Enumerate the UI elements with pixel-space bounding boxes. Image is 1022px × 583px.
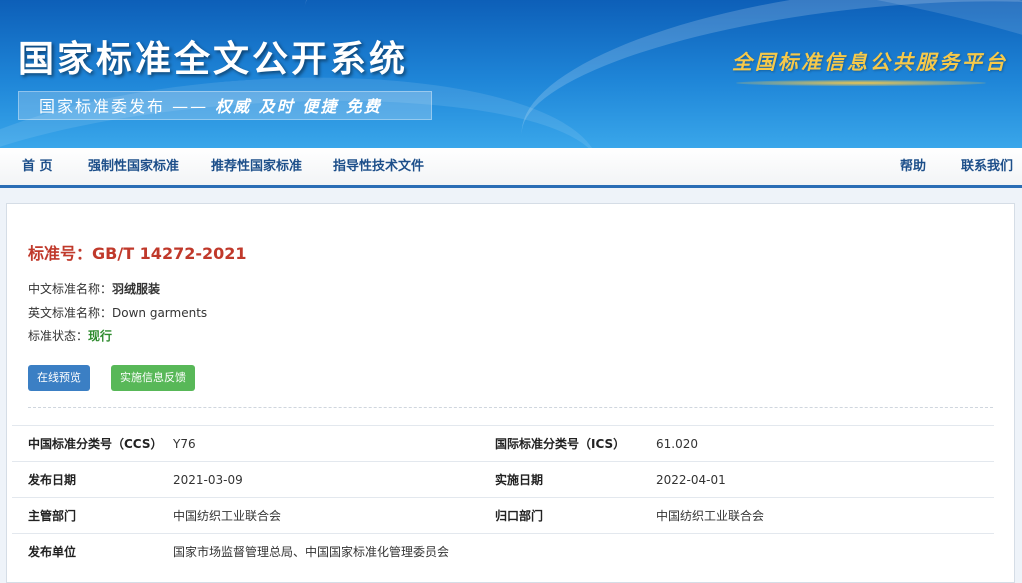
nav-home[interactable]: 首 页 — [22, 148, 53, 185]
nav-guidance-documents[interactable]: 指导性技术文件 — [333, 148, 424, 185]
en-name-row: 英文标准名称：Down garments — [28, 304, 207, 321]
ics-value: 61.020 — [656, 425, 994, 462]
slogan-box: 国家标准委发布 —— 权威 及时 便捷 免费 — [18, 91, 432, 120]
slogan-left: 国家标准委发布 —— — [39, 97, 216, 116]
publisher-label: 发布单位 — [12, 533, 173, 569]
table-row: 中国标准分类号（CCS） Y76 国际标准分类号（ICS） 61.020 — [12, 425, 994, 462]
platform-underline — [736, 80, 986, 86]
implement-date-value: 2022-04-01 — [656, 461, 994, 498]
nav-mandatory-standards[interactable]: 强制性国家标准 — [88, 148, 179, 185]
ccs-value: Y76 — [173, 425, 495, 462]
standard-number-heading: 标准号：GB/T 14272-2021 — [28, 240, 247, 264]
status-badge: 现行 — [88, 329, 113, 343]
centralized-dept-label: 归口部门 — [495, 497, 656, 534]
cn-name-value: 羽绒服装 — [112, 282, 161, 296]
standard-detail-panel: 标准号：GB/T 14272-2021 中文标准名称：羽绒服装 英文标准名称：D… — [6, 203, 1015, 583]
platform-text: 全国标准信息公共服务平台 — [732, 50, 1008, 74]
slogan-right: 权威 及时 便捷 免费 — [215, 97, 382, 116]
implement-date-label: 实施日期 — [495, 461, 656, 498]
competent-dept-value: 中国纺织工业联合会 — [173, 497, 495, 534]
nav-help[interactable]: 帮助 — [900, 148, 926, 185]
nav-contact[interactable]: 联系我们 — [961, 148, 1013, 185]
centralized-dept-value: 中国纺织工业联合会 — [656, 497, 994, 534]
competent-dept-label: 主管部门 — [12, 497, 173, 534]
publish-date-label: 发布日期 — [12, 461, 173, 498]
table-row: 发布单位 国家市场监督管理总局、中国国家标准化管理委员会 — [12, 533, 994, 569]
status-label: 标准状态： — [28, 329, 89, 343]
implementation-feedback-button[interactable]: 实施信息反馈 — [111, 365, 195, 391]
publish-date-value: 2021-03-09 — [173, 461, 495, 498]
header-banner: 国家标准全文公开系统 国家标准委发布 —— 权威 及时 便捷 免费 全国标准信息… — [0, 0, 1022, 148]
table-row: 主管部门 中国纺织工业联合会 归口部门 中国纺织工业联合会 — [12, 497, 994, 534]
standard-info-table: 中国标准分类号（CCS） Y76 国际标准分类号（ICS） 61.020 发布日… — [12, 425, 994, 569]
status-row: 标准状态：现行 — [28, 327, 112, 344]
main-nav: 首 页 强制性国家标准 推荐性国家标准 指导性技术文件 帮助 联系我们 — [0, 148, 1022, 188]
standard-number-label: 标准号： — [28, 244, 93, 263]
publisher-value: 国家市场监督管理总局、中国国家标准化管理委员会 — [173, 533, 994, 569]
standard-number: GB/T 14272-2021 — [92, 244, 247, 263]
en-name-value: Down garments — [112, 306, 208, 320]
table-row: 发布日期 2021-03-09 实施日期 2022-04-01 — [12, 461, 994, 498]
nav-recommended-standards[interactable]: 推荐性国家标准 — [211, 148, 302, 185]
cn-name-row: 中文标准名称：羽绒服装 — [28, 280, 160, 297]
divider — [28, 407, 993, 408]
ccs-label: 中国标准分类号（CCS） — [12, 425, 173, 462]
en-name-label: 英文标准名称： — [28, 306, 113, 320]
online-preview-button[interactable]: 在线预览 — [28, 365, 90, 391]
site-title: 国家标准全文公开系统 — [18, 39, 409, 80]
cn-name-label: 中文标准名称： — [28, 282, 113, 296]
ics-label: 国际标准分类号（ICS） — [495, 425, 656, 462]
